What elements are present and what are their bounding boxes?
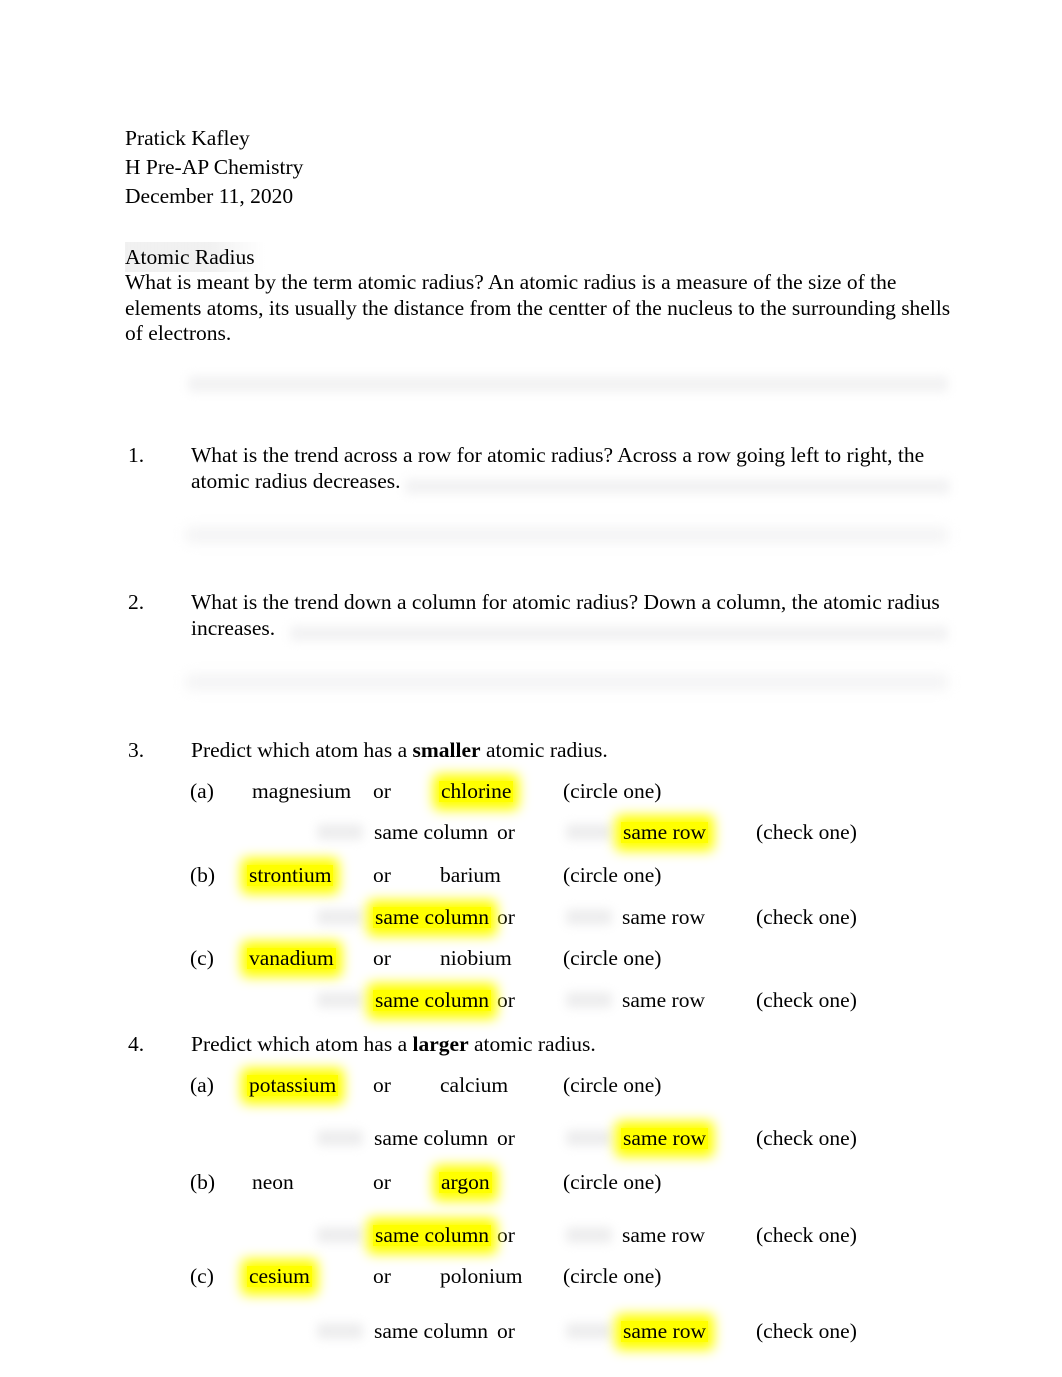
question-2-text: What is the trend down a column for atom… [191, 590, 940, 640]
document-header: Pratick Kafley H Pre-AP Chemistry Decemb… [125, 124, 303, 210]
question-3-prompt-after: atomic radius. [480, 738, 608, 762]
question-4-text: Predict which atom has a larger atomic r… [191, 1032, 961, 1058]
option-chlorine[interactable]: chlorine [438, 779, 514, 805]
option-vanadium[interactable]: vanadium [247, 946, 336, 972]
erased-check-mark [566, 1227, 612, 1243]
check-one-instruction: (check one) [756, 820, 857, 844]
course-name: H Pre-AP Chemistry [125, 154, 304, 179]
same-column-option[interactable]: same column [374, 1126, 488, 1152]
erased-check-mark [317, 824, 363, 840]
assignment-date: December 11, 2020 [125, 183, 294, 208]
same-column-option[interactable]: same column [372, 1223, 492, 1249]
option-calcium[interactable]: calcium [440, 1073, 508, 1099]
question-1-number: 1. [128, 443, 145, 467]
check-one-instruction: (check one) [756, 1319, 857, 1343]
circle-one-instruction: (circle one) [563, 863, 662, 887]
or-separator: or [497, 988, 515, 1012]
option-strontium[interactable]: strontium [246, 863, 334, 889]
same-row-option[interactable]: same row [621, 1319, 708, 1345]
question-4-prompt-before: Predict which atom has a [191, 1032, 413, 1056]
question-3-prompt-before: Predict which atom has a [191, 738, 413, 762]
circle-one-instruction: (circle one) [563, 946, 662, 970]
same-column-option[interactable]: same column [374, 820, 488, 846]
same-row-option[interactable]: same row [622, 1223, 705, 1249]
question-1-text: What is the trend across a row for atomi… [191, 443, 925, 493]
or-separator: or [373, 779, 391, 803]
same-row-option[interactable]: same row [622, 905, 705, 931]
erased-answer-bar [188, 376, 948, 392]
check-one-instruction: (check one) [756, 1126, 857, 1150]
erased-check-mark [317, 992, 363, 1008]
question-3-text: Predict which atom has a smaller atomic … [191, 738, 961, 764]
erased-check-mark [317, 909, 363, 925]
item-letter: (b) [190, 1170, 216, 1194]
erased-check-mark [566, 992, 612, 1008]
circle-one-instruction: (circle one) [563, 1073, 662, 1097]
same-row-option[interactable]: same row [621, 1126, 708, 1152]
question-4-number: 4. [128, 1032, 145, 1056]
or-separator: or [497, 905, 515, 929]
or-separator: or [373, 946, 391, 970]
or-separator: or [497, 1126, 515, 1150]
option-barium[interactable]: barium [440, 863, 501, 889]
erased-check-mark [317, 1323, 363, 1339]
check-one-instruction: (check one) [756, 1223, 857, 1247]
option-niobium[interactable]: niobium [440, 946, 512, 972]
or-separator: or [373, 1264, 391, 1288]
option-neon[interactable]: neon [252, 1170, 294, 1196]
student-name: Pratick Kafley [125, 126, 250, 150]
intro-paragraph: What is meant by the term atomic radius?… [125, 270, 951, 345]
or-separator: or [497, 1319, 515, 1343]
or-separator: or [373, 863, 391, 887]
option-magnesium[interactable]: magnesium [252, 779, 351, 805]
option-polonium[interactable]: polonium [440, 1264, 522, 1290]
erased-check-mark [317, 1227, 363, 1243]
erased-check-mark [566, 1130, 612, 1146]
erased-answer-bar [186, 527, 948, 543]
circle-one-instruction: (circle one) [563, 1170, 662, 1194]
question-3-prompt-bold: smaller [412, 738, 481, 762]
question-2-number: 2. [128, 590, 145, 614]
item-letter: (b) [190, 863, 216, 887]
same-row-option[interactable]: same row [621, 820, 708, 846]
item-letter: (c) [190, 946, 214, 970]
check-one-instruction: (check one) [756, 988, 857, 1012]
question-3-number: 3. [128, 738, 145, 762]
document-page: Pratick Kafley H Pre-AP Chemistry Decemb… [0, 0, 1062, 1377]
option-cesium[interactable]: cesium [247, 1264, 312, 1290]
same-column-option[interactable]: same column [372, 905, 492, 931]
check-one-instruction: (check one) [756, 905, 857, 929]
or-separator: or [497, 820, 515, 844]
or-separator: or [497, 1223, 515, 1247]
item-letter: (a) [190, 1073, 214, 1097]
erased-answer-bar [186, 674, 948, 690]
erased-check-mark [317, 1130, 363, 1146]
erased-check-mark [566, 909, 612, 925]
same-column-option[interactable]: same column [372, 988, 492, 1014]
item-letter: (c) [190, 1264, 214, 1288]
or-separator: or [373, 1073, 391, 1097]
same-column-option[interactable]: same column [374, 1319, 488, 1345]
same-row-option[interactable]: same row [622, 988, 705, 1014]
question-4-prompt-bold: larger [412, 1032, 469, 1056]
or-separator: or [373, 1170, 391, 1194]
erased-check-mark [566, 1323, 612, 1339]
circle-one-instruction: (circle one) [563, 1264, 662, 1288]
item-letter: (a) [190, 779, 214, 803]
option-argon[interactable]: argon [439, 1170, 492, 1196]
circle-one-instruction: (circle one) [563, 779, 662, 803]
option-potassium[interactable]: potassium [246, 1073, 339, 1099]
erased-check-mark [566, 824, 612, 840]
question-4-prompt-after: atomic radius. [468, 1032, 596, 1056]
section-title: Atomic Radius [125, 242, 265, 272]
